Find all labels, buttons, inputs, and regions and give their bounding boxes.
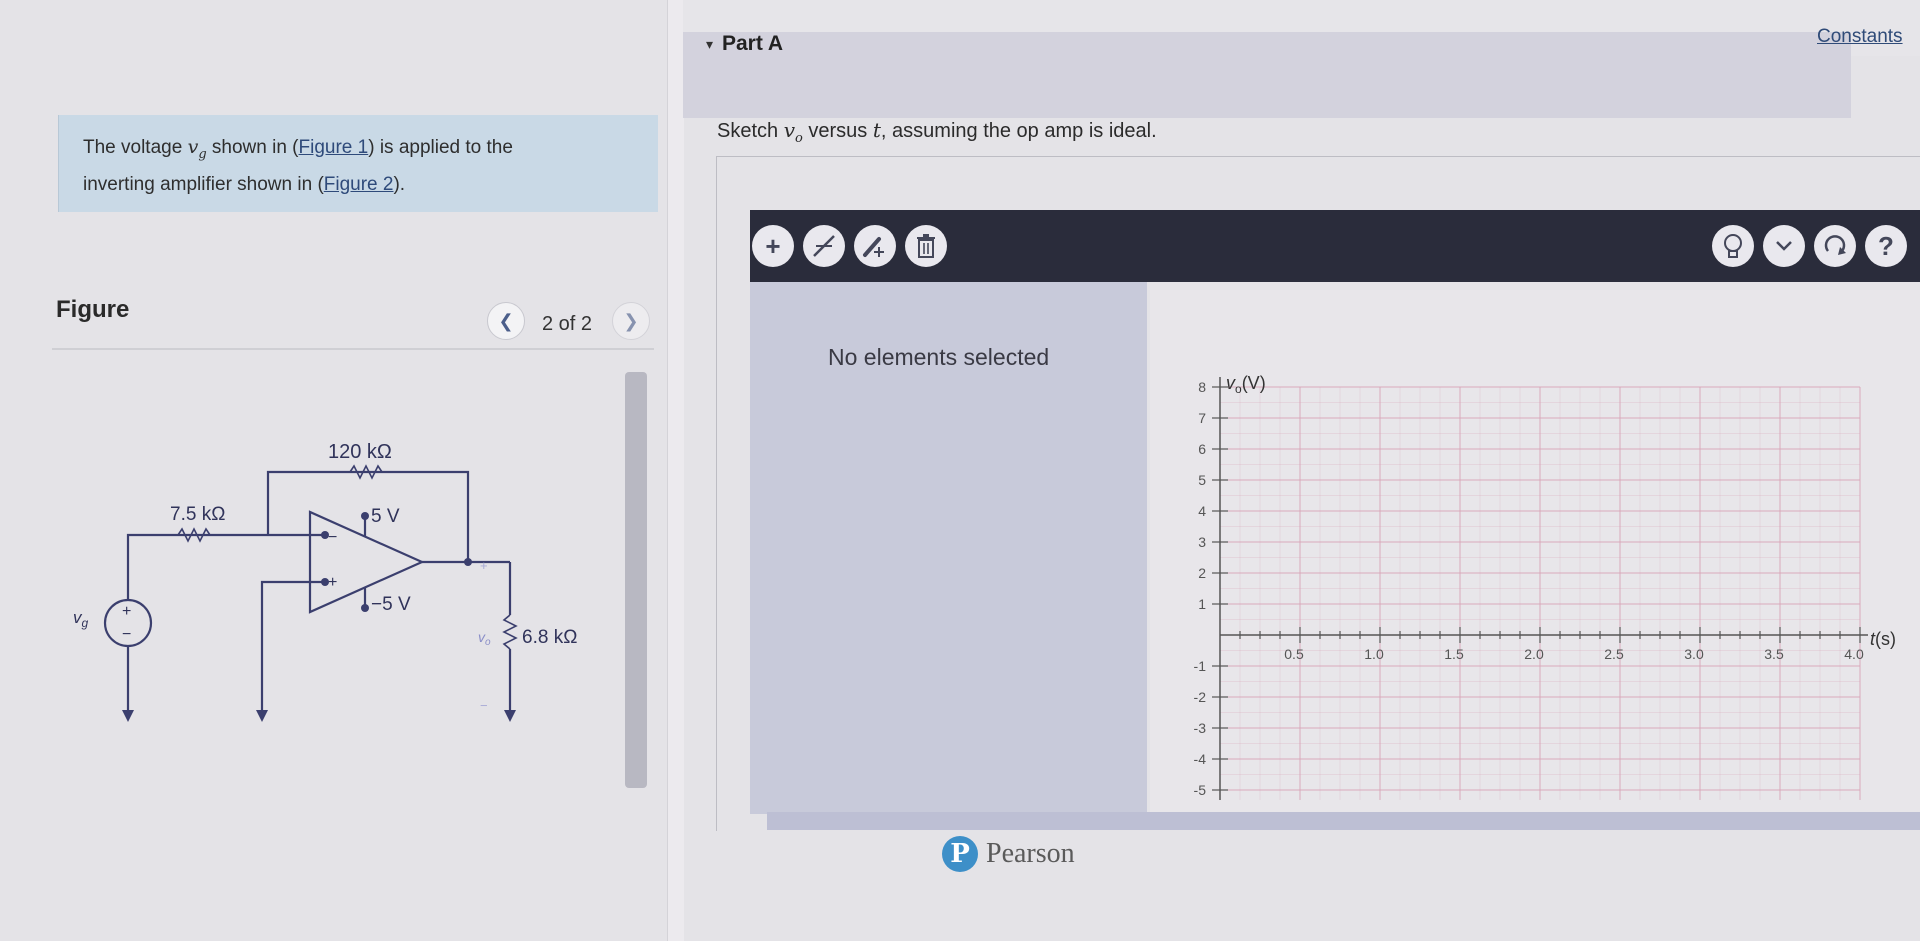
load-resistor: [502, 614, 518, 650]
feedback-resistor-label: 120 kΩ: [328, 441, 392, 463]
x-tick-label: 1.0: [1364, 646, 1384, 662]
output-minus-sign: −: [480, 698, 488, 713]
circuit-diagram: 120 kΩ 7.5 kΩ 5 V −5 V 6.8 kΩ − + + − vg…: [73, 441, 577, 722]
problem-statement: The voltage vg shown in (Figure 1) is ap…: [58, 115, 658, 212]
x-tick-label: 4.0: [1844, 646, 1864, 662]
graph-toolbar: + ?: [750, 210, 1920, 282]
output-label: vo: [478, 629, 491, 648]
y-tick-label: -1: [1194, 658, 1207, 674]
vcc-label: 5 V: [371, 506, 400, 527]
x-tick-label: 2.0: [1524, 646, 1544, 662]
chevron-left-icon: ❮: [498, 310, 514, 331]
figure-title: Figure: [56, 296, 130, 323]
reset-icon: [1824, 235, 1846, 255]
vg-variable: v: [187, 136, 199, 158]
source-plus-sign: +: [122, 603, 131, 620]
intro-text: shown in (: [206, 137, 299, 158]
x-tick-label: 0.5: [1284, 646, 1304, 662]
add-point-tool-button[interactable]: [854, 225, 896, 267]
draw-line-tool-button[interactable]: [803, 225, 845, 267]
y-tick-label: -2: [1194, 689, 1207, 705]
intro-text: inverting amplifier shown in (: [83, 173, 324, 195]
hint-bulb-icon: [1724, 234, 1742, 258]
constants-link[interactable]: Constants: [1817, 26, 1903, 48]
question-fragment: versus: [802, 120, 873, 142]
question-text: Sketch vo versus t, assuming the op amp …: [717, 118, 1157, 146]
figure-counter: 2 of 2: [542, 313, 593, 335]
y-tick-label: 3: [1198, 534, 1206, 550]
y-tick-label: 4: [1198, 503, 1206, 519]
figure-divider: [52, 348, 654, 350]
chevron-right-icon: ❯: [623, 310, 639, 331]
y-tick-label: 5: [1198, 472, 1206, 488]
figure-2-link[interactable]: Figure 2: [324, 174, 394, 195]
vg-subscript: g: [198, 146, 207, 162]
draw-line-icon: [813, 235, 835, 257]
source-label: vg: [73, 608, 89, 630]
add-tool-button[interactable]: +: [752, 225, 794, 267]
previous-figure-button[interactable]: ❮: [487, 302, 525, 340]
x-tick-label: 2.5: [1604, 646, 1624, 662]
y-tick-label: 8: [1198, 379, 1206, 395]
column-divider[interactable]: [667, 0, 684, 941]
y-tick-label: -4: [1194, 751, 1207, 767]
add-icon: +: [765, 230, 781, 261]
x-tick-label: 1.5: [1444, 646, 1464, 662]
input-resistor-label: 7.5 kΩ: [170, 504, 225, 525]
y-tick-label: 2: [1198, 565, 1206, 581]
noninverting-input-sign: +: [328, 574, 337, 591]
y-tick-label: 6: [1198, 441, 1206, 457]
y-tick-label: 7: [1198, 410, 1206, 426]
x-tick-label: 3.5: [1764, 646, 1784, 662]
ground-arrow: [256, 710, 268, 722]
y-tick-label: -5: [1194, 782, 1207, 798]
x-axis-label: t(s): [1870, 629, 1896, 649]
question-fragment: , assuming the op amp is ideal.: [880, 120, 1157, 142]
y-tick-label: -3: [1194, 720, 1207, 736]
y-axis-label: vo(V): [1226, 373, 1266, 396]
intro-text: ) is applied to the: [368, 137, 513, 158]
part-header[interactable]: [683, 32, 1851, 118]
horizontal-scrollbar[interactable]: [767, 812, 1920, 830]
delete-icon: [917, 234, 935, 258]
ground-arrow: [122, 710, 134, 722]
hint-button[interactable]: [1712, 225, 1754, 267]
add-point-icon: [863, 237, 884, 257]
node-dot: [361, 512, 369, 520]
y-tick-label: 1: [1198, 596, 1206, 612]
reset-button[interactable]: [1814, 225, 1856, 267]
pearson-logo-icon: P: [942, 836, 978, 872]
x-tick-label: 3.0: [1684, 646, 1704, 662]
figure-1-link[interactable]: Figure 1: [299, 137, 369, 158]
node-dot: [361, 604, 369, 612]
question-fragment: Sketch: [717, 120, 784, 142]
part-label[interactable]: Part A: [722, 32, 783, 56]
output-plus-sign: +: [480, 558, 488, 573]
noninverting-wire: [260, 580, 325, 712]
help-button[interactable]: ?: [1865, 225, 1907, 267]
dropdown-icon: [1776, 241, 1792, 251]
source-minus-sign: −: [122, 626, 131, 643]
intro-text: The voltage: [83, 137, 188, 158]
load-resistor-label: 6.8 kΩ: [522, 627, 577, 648]
sidebar-status: No elements selected: [828, 344, 1050, 370]
node-dot: [464, 558, 472, 566]
caret-down-icon[interactable]: ▾: [706, 36, 713, 53]
ground-arrow: [504, 710, 516, 722]
vo-variable: v: [783, 118, 796, 142]
input-wire: [126, 533, 325, 600]
vo-subscript: o: [795, 131, 803, 146]
next-figure-button[interactable]: ❯: [612, 302, 650, 340]
t-variable: t: [872, 118, 881, 142]
help-icon: ?: [1878, 230, 1894, 261]
pearson-brand: P Pearson: [942, 836, 1075, 872]
vee-label: −5 V: [371, 594, 411, 615]
vo-vs-t-graph[interactable]: 1 2 3 4 5 6 7 8 -1 -2 -3 -4 -5 0.5 1.0 1.5 2.0 2.5 3.0 3.5 4…: [1150, 370, 1920, 815]
dropdown-button[interactable]: [1763, 225, 1805, 267]
intro-text: ).: [393, 173, 406, 195]
delete-tool-button[interactable]: [905, 225, 947, 267]
pearson-wordmark: Pearson: [986, 838, 1075, 869]
figure-scrollbar[interactable]: [625, 372, 647, 788]
inverting-input-sign: −: [328, 529, 337, 546]
